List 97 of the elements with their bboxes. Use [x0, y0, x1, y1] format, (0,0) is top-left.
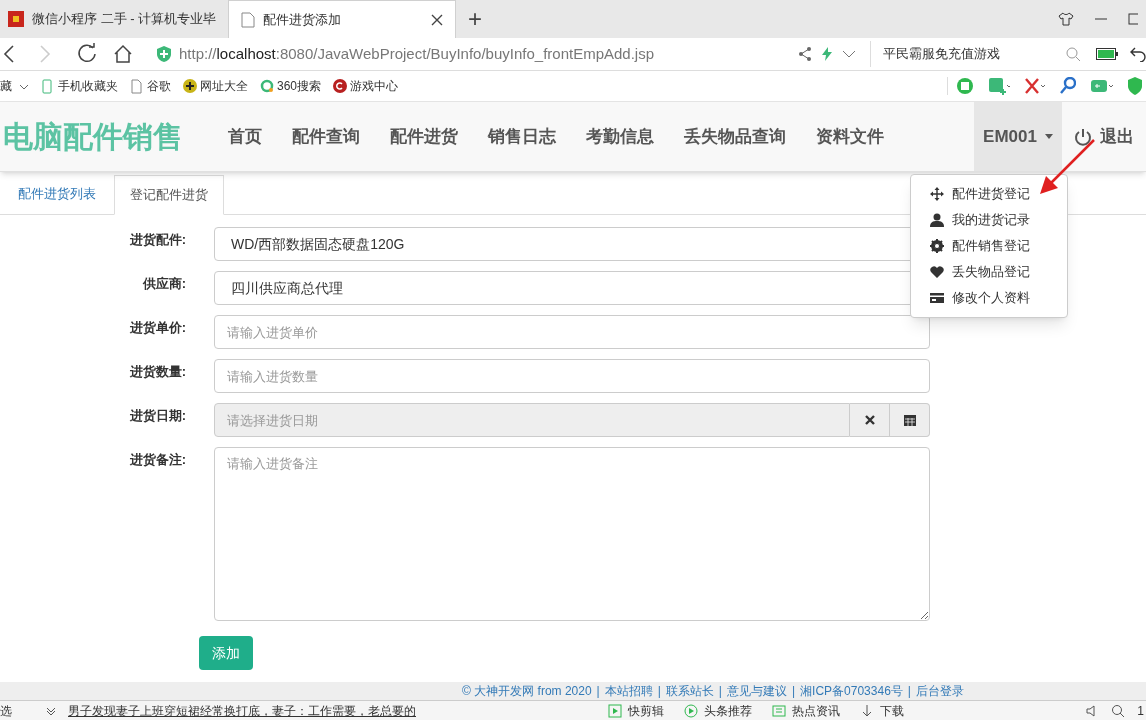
tab[interactable]: 登记配件进货: [114, 175, 224, 215]
favicon-icon: [8, 11, 24, 27]
page-icon: [130, 78, 144, 94]
download-icon: [860, 703, 874, 718]
bookmark[interactable]: 谷歌: [130, 77, 171, 95]
browser-tab[interactable]: 微信小程序 二手 - 计算机专业毕: [0, 0, 228, 38]
card-icon: [930, 291, 944, 305]
nav-link[interactable]: 配件查询: [277, 102, 375, 171]
user-icon: [930, 213, 944, 227]
gamepad-icon[interactable]: [1090, 77, 1114, 95]
status-button[interactable]: 热点资讯: [772, 701, 840, 720]
nav-link[interactable]: 资料文件: [801, 102, 899, 171]
chevron-down-icon[interactable]: [842, 50, 856, 58]
calendar-button[interactable]: [890, 403, 930, 437]
bookmark[interactable]: 网址大全: [183, 77, 248, 95]
nav-link[interactable]: 丢失物品查询: [669, 102, 801, 171]
footer-link[interactable]: 后台登录: [915, 682, 964, 700]
footer-separator: |: [907, 683, 911, 700]
shirt-icon[interactable]: [1058, 12, 1074, 26]
field-label: 供应商:: [142, 275, 186, 293]
footer-separator: |: [718, 683, 722, 700]
lightning-icon[interactable]: [822, 47, 832, 61]
search-field[interactable]: 平民霸服免充值游戏: [870, 41, 1086, 67]
share-icon[interactable]: [798, 47, 812, 61]
bookmark[interactable]: 手机收藏夹: [41, 77, 118, 95]
field-label: 进货配件:: [129, 231, 186, 249]
shield-icon: [157, 46, 171, 62]
footer-separator: |: [596, 683, 600, 700]
field-label: 进货单价:: [129, 319, 186, 337]
new-tab-button[interactable]: +: [456, 0, 494, 38]
page-icon: [241, 11, 255, 28]
maximize-icon[interactable]: [1128, 12, 1138, 26]
input-field[interactable]: 请输入进货数量: [214, 359, 930, 393]
date-field[interactable]: 请选择进货日期: [214, 403, 850, 437]
input-field[interactable]: 请输入进货单价: [214, 315, 930, 349]
footer-link[interactable]: 湘ICP备0703346号: [800, 682, 903, 700]
url-text: http://localhost:8080/JavaWebProject/BuyInfo/buyInfo_frontEmpAdd.jsp: [179, 43, 654, 64]
circle-logo-icon: [333, 78, 348, 94]
status-button[interactable]: 头条推荐: [684, 701, 752, 720]
power-icon: [1074, 127, 1092, 146]
calendar-icon: [903, 414, 916, 426]
search-icon[interactable]: [1111, 703, 1126, 718]
bookmark[interactable]: 藏: [0, 77, 29, 95]
status-button[interactable]: 下载: [860, 701, 904, 720]
caret-icon: [1044, 134, 1053, 139]
phone-icon: [41, 78, 55, 94]
newspaper-icon: [772, 703, 786, 718]
reload-icon[interactable]: [76, 43, 98, 65]
footer-link[interactable]: © 大神开发网 from 2020: [462, 682, 592, 700]
tab-title: 微信小程序 二手 - 计算机专业毕: [32, 10, 218, 29]
nav-link[interactable]: 配件进货: [375, 102, 473, 171]
home-icon[interactable]: [113, 44, 133, 64]
footer-link[interactable]: 本站招聘: [604, 682, 653, 700]
plus-circle-icon: [183, 78, 197, 94]
text-add-icon[interactable]: [988, 77, 1010, 95]
nav-link[interactable]: 首页: [213, 102, 277, 171]
status-text: 选: [0, 702, 13, 720]
chevron-down-icon: [19, 82, 29, 90]
settings-icon: [930, 239, 944, 253]
nav-link[interactable]: 销售日志: [473, 102, 571, 171]
address-bar[interactable]: http://localhost:8080/JavaWebProject/BuyInfo/buyInfo_frontEmpAdd.jsp: [157, 37, 798, 71]
bookmark[interactable]: 360搜索: [260, 77, 322, 95]
move-icon: [930, 187, 944, 201]
play-icon: [608, 703, 622, 718]
battery-icon[interactable]: [1096, 48, 1118, 60]
ring-icon: [260, 78, 274, 94]
tab[interactable]: 配件进货列表: [0, 174, 114, 214]
chevron-down-icon: [46, 706, 56, 715]
clear-button[interactable]: [850, 403, 890, 437]
field-label: 进货数量:: [129, 363, 186, 381]
heart-icon: [930, 265, 944, 279]
logout-button[interactable]: 退出: [1062, 102, 1146, 171]
field-label: 进货备注:: [129, 451, 186, 469]
bookmark[interactable]: 游戏中心: [333, 77, 399, 95]
footer-link[interactable]: 意见与建议: [726, 682, 787, 700]
play-circle-icon: [684, 703, 698, 718]
menu-item[interactable]: 配件进货登记: [911, 181, 1067, 207]
browser-tab[interactable]: 配件进货添加: [228, 0, 456, 38]
undo-icon[interactable]: [1130, 46, 1146, 62]
shield-icon[interactable]: [1128, 77, 1142, 95]
zoom-level[interactable]: 1: [1137, 701, 1146, 720]
scissors-icon[interactable]: [1024, 77, 1046, 95]
footer-link[interactable]: 联系站长: [665, 682, 714, 700]
search-icon[interactable]: [1060, 77, 1076, 95]
user-menu-button[interactable]: EM001: [974, 102, 1062, 171]
footer-separator: |: [657, 683, 661, 700]
field-label: 进货日期:: [129, 407, 186, 425]
tab-title: 配件进货添加: [263, 10, 342, 29]
nav-link[interactable]: 考勤信息: [571, 102, 669, 171]
text-area[interactable]: 请输入进货备注: [214, 447, 930, 621]
close-icon: [864, 415, 875, 425]
close-icon[interactable]: [431, 13, 443, 26]
status-button[interactable]: 快剪辑: [608, 701, 664, 720]
back-icon[interactable]: [2, 44, 16, 64]
circle-icon[interactable]: [956, 77, 974, 95]
news-link[interactable]: 男子发现妻子上班穿短裙经常换打底，妻子：工作需要，老总要的: [68, 701, 416, 720]
footer-separator: |: [791, 683, 796, 700]
